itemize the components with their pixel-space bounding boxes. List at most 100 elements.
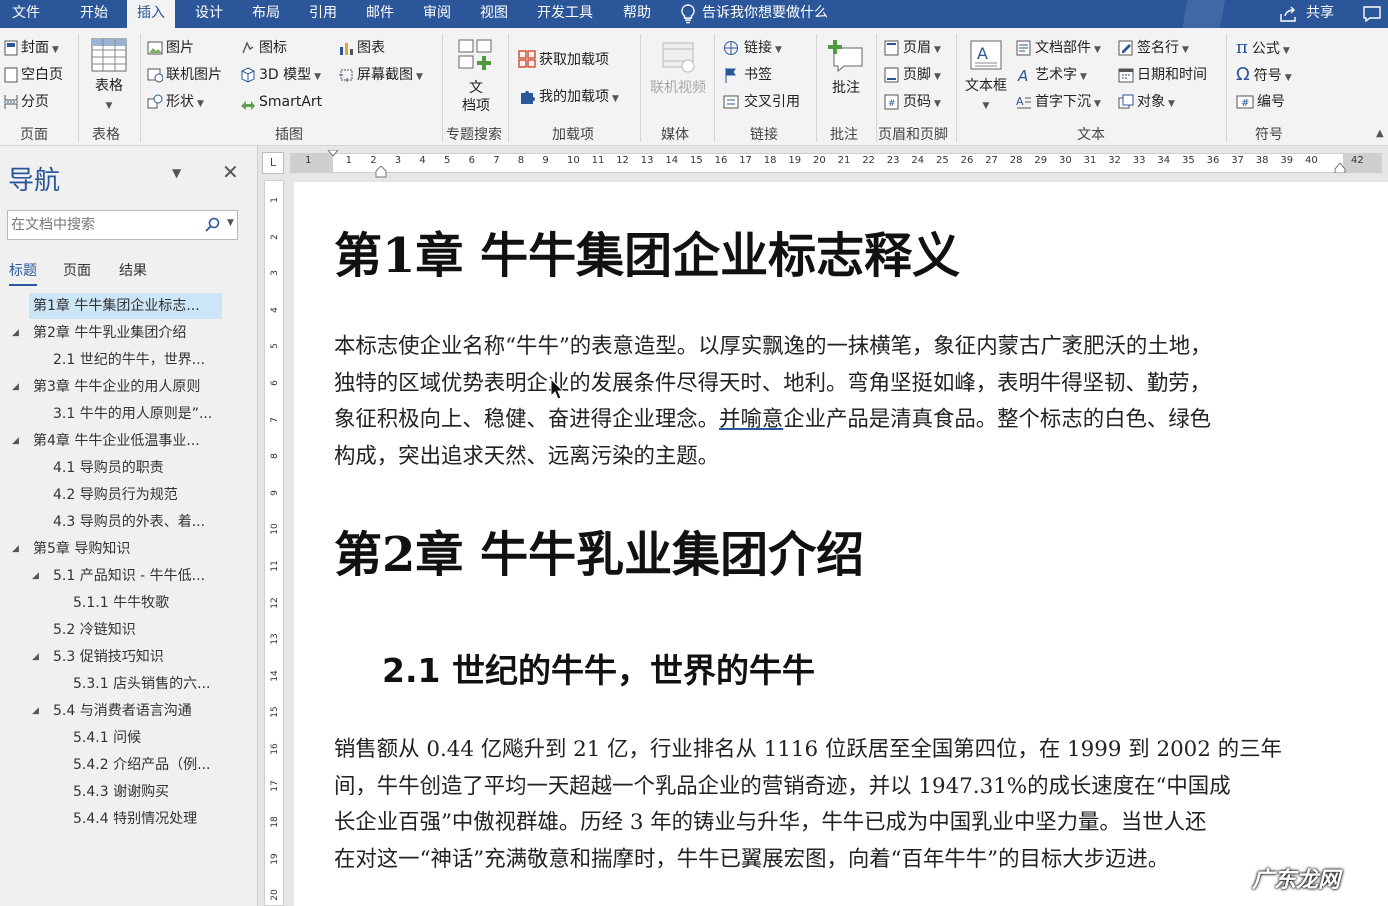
expand-collapse-icon[interactable]: ◢ [12,328,19,338]
tab-developer[interactable]: 开发工具 [537,0,593,28]
nav-heading-item[interactable]: 2.1 世纪的牛牛，世界... [49,347,222,373]
hanging-indent-marker[interactable] [375,166,387,178]
nav-heading-item[interactable]: 第3章 牛牛企业的用人原则 [29,374,222,400]
tab-file[interactable]: 文件 [12,0,40,28]
heading-chapter-1[interactable]: 第1章 牛牛集团企业标志释义 [334,216,960,286]
online-picture-button[interactable]: 联机图片 [147,65,222,85]
right-indent-marker[interactable] [1334,163,1346,173]
tab-review[interactable]: 审阅 [423,0,451,28]
get-addins-button[interactable]: 获取加载项 [518,50,609,70]
vertical-ruler-tick-label: 3 [270,270,280,277]
expand-collapse-icon[interactable]: ◢ [32,571,39,581]
symbol-button[interactable]: Ω 符号 ▼ [1236,65,1292,88]
drop-cap-button[interactable]: A 首字下沉 ▼ [1016,92,1101,114]
nav-options-chevron-icon[interactable]: ▼ [172,166,181,180]
share-button[interactable]: 共享 [1278,0,1334,28]
3d-model-button[interactable]: 3D 模型 ▼ [240,65,321,87]
nav-tab-headings[interactable]: 标题 [9,260,37,286]
number-button[interactable]: # 编号 [1236,92,1285,112]
bookmark-button[interactable]: 书签 [723,65,772,85]
comment-icon[interactable] [1362,4,1382,24]
quick-parts-button[interactable]: 文档部件 ▼ [1016,38,1101,60]
nav-heading-item[interactable]: 第1章 牛牛集团企业标志... [29,293,222,319]
text-box-button[interactable]: A 文本框 ▼ [962,38,1010,115]
tab-design[interactable]: 设计 [195,0,223,28]
tab-view[interactable]: 视图 [480,0,508,28]
nav-heading-item[interactable]: 3.1 牛牛的用人原则是”... [49,401,222,427]
nav-tab-pages[interactable]: 页面 [63,260,91,280]
tab-help[interactable]: 帮助 [623,0,651,28]
expand-collapse-icon[interactable]: ◢ [12,436,19,446]
tell-me-search[interactable]: 告诉我你想要做什么 [678,0,828,28]
vertical-ruler-tick-label: 16 [270,743,280,755]
table-button[interactable]: 表格 ▼ [88,38,130,115]
nav-heading-item[interactable]: 5.4.2 介绍产品（例... [69,752,222,778]
new-comment-button[interactable]: 批注 [822,38,870,97]
expand-collapse-icon[interactable]: ◢ [12,544,19,554]
online-video-button[interactable]: 联机视频 [644,40,712,97]
icons-button[interactable]: 图标 [240,38,287,58]
nav-heading-item[interactable]: 5.1 产品知识 - 牛牛低... [49,563,222,589]
vertical-ruler-tick-label: 14 [270,670,280,682]
paragraph-company-intro[interactable]: 销售额从 0.44 亿飚升到 21 亿，行业排名从 1116 位跃居至全国第四位… [334,732,1344,878]
wordart-button[interactable]: A 艺术字 ▼ [1016,65,1087,87]
nav-heading-item[interactable]: 5.4.4 特别情况处理 [69,806,222,832]
horizontal-ruler[interactable]: 1 1 2 3 4 5 6 7 8 9 10 11 12 13 14 15 16 17 18 19 20 21 22 23 24… [290,150,1382,178]
vertical-ruler[interactable]: 1 2 3 4 5 6 7 8 9 10 11 12 13 14 15 16 17 18 19 20 [264,180,284,906]
nav-tab-results[interactable]: 结果 [119,260,147,280]
nav-heading-item[interactable]: 第2章 牛牛乳业集团介绍 [29,320,222,346]
smartart-button[interactable]: SmartArt [240,92,322,112]
expand-collapse-icon[interactable]: ◢ [12,382,19,392]
nav-heading-item[interactable]: 5.2 冷链知识 [49,617,222,643]
nav-heading-item[interactable]: 5.3.1 店头销售的六... [69,671,222,697]
chevron-down-icon[interactable]: ▼ [227,218,234,228]
cover-page-button[interactable]: 封面 ▼ [4,38,59,60]
first-line-indent-marker[interactable] [327,150,339,158]
link-button[interactable]: 链接 ▼ [723,38,782,60]
picture-button[interactable]: 图片 [147,38,194,58]
date-time-button[interactable]: 日期和时间 [1118,65,1207,85]
expand-collapse-icon[interactable]: ◢ [32,652,39,662]
nav-heading-label: 5.4.1 问候 [73,730,142,746]
blank-page-button[interactable]: 空白页 [4,65,63,85]
signature-line-button[interactable]: 签名行 ▼ [1118,38,1189,60]
paragraph-logo-description[interactable]: 本标志使企业名称“牛牛”的表意造型。以厚实飘逸的一抹横笔，象征内蒙古广袤肥沃的土… [334,329,1344,475]
page-number-button[interactable]: # 页码 ▼ [884,92,941,114]
heading-chapter-2[interactable]: 第2章 牛牛乳业集团介绍 [334,515,864,585]
tab-mailings[interactable]: 邮件 [366,0,394,28]
nav-heading-item[interactable]: 5.1.1 牛牛牧歌 [69,590,222,616]
close-icon[interactable]: ✕ [222,160,239,184]
expand-collapse-icon[interactable]: ◢ [32,706,39,716]
screenshot-button[interactable]: 屏幕截图 ▼ [338,65,423,87]
header-button[interactable]: 页眉 ▼ [884,38,941,60]
nav-heading-item[interactable]: 5.3 促销技巧知识 [49,644,222,670]
nav-heading-item[interactable]: 4.1 导购员的职责 [49,455,222,481]
tab-insert[interactable]: 插入 [127,0,175,30]
document-item-button[interactable]: 文档项 [453,38,499,115]
equation-button[interactable]: π 公式 ▼ [1236,38,1290,61]
tab-references[interactable]: 引用 [309,0,337,28]
shapes-button[interactable]: 形状 ▼ [147,92,204,114]
nav-heading-label: 第2章 牛牛乳业集团介绍 [33,325,187,341]
nav-heading-item[interactable]: 第5章 导购知识 [29,536,222,562]
page-break-button[interactable]: 分页 [4,92,49,112]
nav-heading-item[interactable]: 5.4.1 问候 [69,725,222,751]
tab-home[interactable]: 开始 [80,0,108,28]
nav-heading-item[interactable]: 5.4.3 谢谢购买 [69,779,222,805]
tab-layout[interactable]: 布局 [252,0,280,28]
footer-button[interactable]: 页脚 ▼ [884,65,941,87]
heading-section-2-1[interactable]: 2.1 世纪的牛牛，世界的牛牛 [382,644,815,692]
cross-reference-button[interactable]: 交叉引用 [723,92,800,112]
document-page[interactable]: 第1章 牛牛集团企业标志释义 本标志使企业名称“牛牛”的表意造型。以厚实飘逸的一… [294,182,1388,906]
object-button[interactable]: 对象 ▼ [1118,92,1175,114]
nav-heading-item[interactable]: 4.3 导购员的外表、着... [49,509,222,535]
collapse-ribbon-icon[interactable]: ▲ [1376,124,1384,144]
my-addins-button[interactable]: 我的加载项 ▼ [518,87,619,109]
search-icon[interactable] [204,217,220,233]
tab-stop-selector[interactable]: L [262,152,284,174]
nav-heading-item[interactable]: 第4章 牛牛企业低温事业... [29,428,222,454]
nav-heading-item[interactable]: 5.4 与消费者语言沟通 [49,698,222,724]
chart-button[interactable]: 图表 [338,38,385,58]
nav-search-input[interactable] [11,215,201,235]
nav-heading-item[interactable]: 4.2 导购员行为规范 [49,482,222,508]
